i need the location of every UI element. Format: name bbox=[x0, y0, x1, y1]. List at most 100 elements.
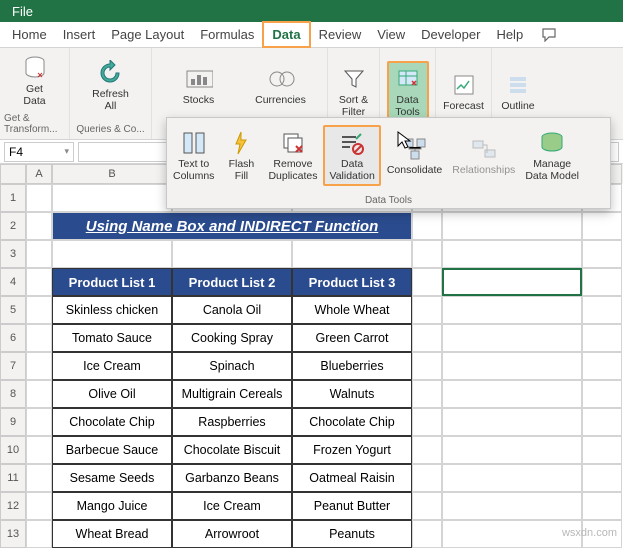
row-header-13[interactable]: 13 bbox=[0, 520, 26, 548]
forecast-button[interactable]: Forecast bbox=[439, 69, 488, 115]
cell[interactable] bbox=[442, 492, 582, 520]
cell[interactable] bbox=[412, 240, 442, 268]
cell-A6[interactable] bbox=[26, 324, 52, 352]
table-cell[interactable]: Ice Cream bbox=[52, 352, 172, 380]
table-cell[interactable]: Whole Wheat bbox=[292, 296, 412, 324]
name-box[interactable]: F4 ▾ bbox=[4, 142, 74, 162]
cell-A9[interactable] bbox=[26, 408, 52, 436]
cell[interactable] bbox=[442, 212, 582, 240]
cell[interactable] bbox=[412, 492, 442, 520]
file-tab[interactable]: File bbox=[0, 0, 45, 22]
row-header-9[interactable]: 9 bbox=[0, 408, 26, 436]
table-cell[interactable]: Garbanzo Beans bbox=[172, 464, 292, 492]
cell-A5[interactable] bbox=[26, 296, 52, 324]
cell-A1[interactable] bbox=[26, 184, 52, 212]
stocks-button[interactable]: Stocks bbox=[159, 63, 239, 109]
chevron-down-icon[interactable]: ▾ bbox=[64, 146, 69, 157]
consolidate-button[interactable]: Consolidate bbox=[383, 133, 446, 179]
cell[interactable] bbox=[412, 520, 442, 548]
table-cell[interactable]: Ice Cream bbox=[172, 492, 292, 520]
cell[interactable] bbox=[582, 464, 622, 492]
row-header-4[interactable]: 4 bbox=[0, 268, 26, 296]
row-header-8[interactable]: 8 bbox=[0, 380, 26, 408]
cell[interactable] bbox=[172, 240, 292, 268]
table-cell[interactable]: Tomato Sauce bbox=[52, 324, 172, 352]
table-cell[interactable]: Multigrain Cereals bbox=[172, 380, 292, 408]
cell[interactable] bbox=[582, 380, 622, 408]
table-cell[interactable]: Oatmeal Raisin bbox=[292, 464, 412, 492]
cell[interactable] bbox=[412, 296, 442, 324]
table-cell[interactable]: Walnuts bbox=[292, 380, 412, 408]
col-A[interactable]: A bbox=[26, 164, 52, 184]
cell[interactable] bbox=[582, 212, 622, 240]
cell[interactable] bbox=[412, 464, 442, 492]
row-header-11[interactable]: 11 bbox=[0, 464, 26, 492]
table-cell[interactable]: Sesame Seeds bbox=[52, 464, 172, 492]
row-header-3[interactable]: 3 bbox=[0, 240, 26, 268]
cell[interactable] bbox=[582, 240, 622, 268]
cell[interactable] bbox=[412, 212, 442, 240]
cell[interactable] bbox=[412, 268, 442, 296]
cell[interactable] bbox=[442, 324, 582, 352]
row-header-2[interactable]: 2 bbox=[0, 212, 26, 240]
row-header-7[interactable]: 7 bbox=[0, 352, 26, 380]
table-cell[interactable]: Green Carrot bbox=[292, 324, 412, 352]
table-cell[interactable]: Canola Oil bbox=[172, 296, 292, 324]
cell-A12[interactable] bbox=[26, 492, 52, 520]
tab-page-layout[interactable]: Page Layout bbox=[103, 23, 192, 46]
tab-review[interactable]: Review bbox=[311, 23, 370, 46]
table-cell[interactable]: Spinach bbox=[172, 352, 292, 380]
cell[interactable] bbox=[52, 240, 172, 268]
data-validation-button[interactable]: Data Validation bbox=[323, 125, 380, 186]
table-cell[interactable]: Chocolate Biscuit bbox=[172, 436, 292, 464]
cell-A4[interactable] bbox=[26, 268, 52, 296]
cell[interactable] bbox=[412, 352, 442, 380]
outline-button[interactable]: Outline bbox=[497, 69, 539, 115]
table-header[interactable]: Product List 2 bbox=[172, 268, 292, 296]
currencies-button[interactable]: Currencies bbox=[241, 63, 321, 109]
cell[interactable] bbox=[442, 436, 582, 464]
table-cell[interactable]: Chocolate Chip bbox=[52, 408, 172, 436]
cell[interactable] bbox=[52, 184, 172, 212]
cell[interactable] bbox=[442, 380, 582, 408]
get-data-button[interactable]: Get Data bbox=[14, 52, 56, 109]
refresh-all-button[interactable]: Refresh All bbox=[88, 57, 133, 114]
table-cell[interactable]: Cooking Spray bbox=[172, 324, 292, 352]
tab-insert[interactable]: Insert bbox=[55, 23, 104, 46]
cell[interactable] bbox=[582, 436, 622, 464]
tab-developer[interactable]: Developer bbox=[413, 23, 488, 46]
cell[interactable] bbox=[412, 324, 442, 352]
cell[interactable] bbox=[442, 352, 582, 380]
cell[interactable] bbox=[412, 436, 442, 464]
row-header-6[interactable]: 6 bbox=[0, 324, 26, 352]
table-cell[interactable]: Frozen Yogurt bbox=[292, 436, 412, 464]
cell[interactable] bbox=[582, 324, 622, 352]
row-header-10[interactable]: 10 bbox=[0, 436, 26, 464]
tab-home[interactable]: Home bbox=[4, 23, 55, 46]
cell-A3[interactable] bbox=[26, 240, 52, 268]
cell[interactable] bbox=[582, 296, 622, 324]
cell[interactable] bbox=[442, 408, 582, 436]
cell-A11[interactable] bbox=[26, 464, 52, 492]
remove-duplicates-button[interactable]: Remove Duplicates bbox=[264, 127, 321, 184]
select-all-corner[interactable] bbox=[0, 164, 26, 184]
cell[interactable] bbox=[582, 268, 622, 296]
cell[interactable] bbox=[412, 408, 442, 436]
cell[interactable] bbox=[442, 296, 582, 324]
cell-A7[interactable] bbox=[26, 352, 52, 380]
cell-A8[interactable] bbox=[26, 380, 52, 408]
manage-data-model-button[interactable]: Manage Data Model bbox=[521, 127, 583, 184]
cell[interactable] bbox=[292, 240, 412, 268]
table-header[interactable]: Product List 1 bbox=[52, 268, 172, 296]
cell-A13[interactable] bbox=[26, 520, 52, 548]
cell[interactable] bbox=[582, 408, 622, 436]
table-cell[interactable]: Wheat Bread bbox=[52, 520, 172, 548]
col-B[interactable]: B bbox=[52, 164, 172, 184]
cell[interactable] bbox=[442, 464, 582, 492]
tab-data[interactable]: Data bbox=[262, 21, 310, 48]
tab-view[interactable]: View bbox=[369, 23, 413, 46]
flash-fill-button[interactable]: Flash Fill bbox=[220, 127, 262, 184]
table-cell[interactable]: Mango Juice bbox=[52, 492, 172, 520]
cell-A2[interactable] bbox=[26, 212, 52, 240]
cell[interactable] bbox=[582, 492, 622, 520]
